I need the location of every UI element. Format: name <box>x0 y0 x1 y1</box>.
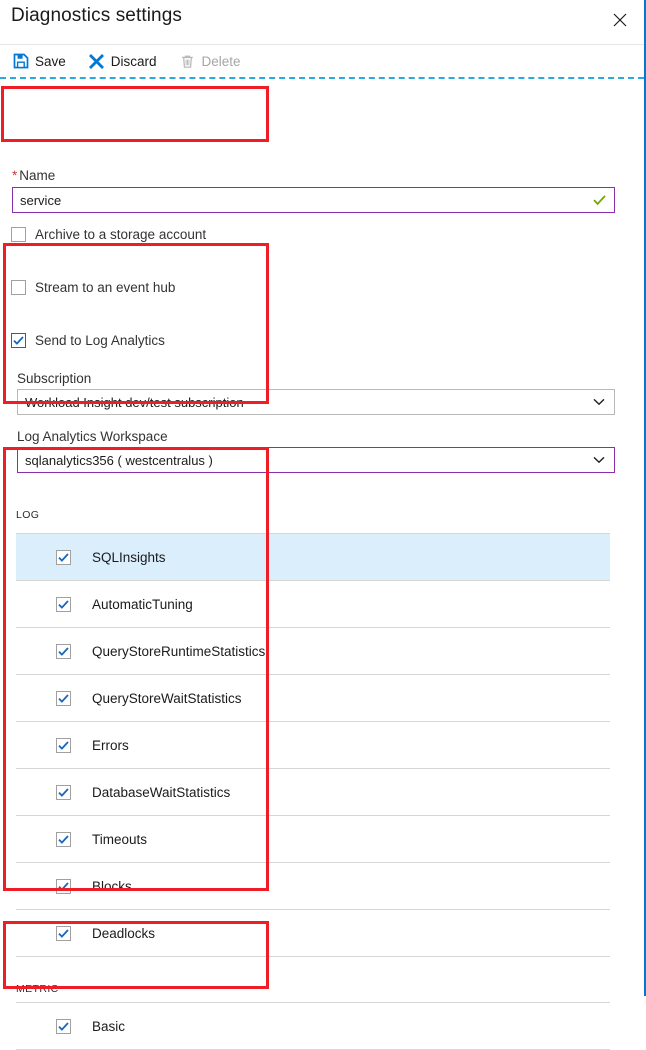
archive-to-storage-checkbox[interactable] <box>11 227 26 242</box>
table-row[interactable]: QueryStoreRuntimeStatistics <box>16 628 610 675</box>
stream-to-event-hub-label: Stream to an event hub <box>35 280 175 295</box>
table-row[interactable]: Deadlocks <box>16 910 610 957</box>
category-label: Timeouts <box>92 832 147 847</box>
send-to-log-analytics-checkbox-row[interactable]: Send to Log Analytics <box>11 333 165 348</box>
category-checkbox[interactable] <box>56 785 71 800</box>
table-row[interactable]: DatabaseWaitStatistics <box>16 769 610 816</box>
archive-to-storage-label: Archive to a storage account <box>35 227 206 242</box>
name-field-label: *Name <box>12 168 55 184</box>
name-label-text: Name <box>19 168 55 183</box>
name-input[interactable]: service <box>12 187 615 213</box>
trash-icon <box>179 53 196 70</box>
table-row[interactable]: Blocks <box>16 863 610 910</box>
log-analytics-workspace-dropdown[interactable]: sqlanalytics356 ( westcentralus ) <box>17 447 615 473</box>
log-section-caption: LOG <box>16 509 39 521</box>
category-label: Basic <box>92 1019 125 1034</box>
metric-category-grid: Basic <box>16 1002 610 1050</box>
table-row[interactable]: Errors <box>16 722 610 769</box>
category-checkbox[interactable] <box>56 1019 71 1034</box>
category-label: Blocks <box>92 879 132 894</box>
category-checkbox[interactable] <box>56 644 71 659</box>
log-category-grid: SQLInsights AutomaticTuning QueryStoreRunt… <box>16 533 610 957</box>
table-row[interactable]: SQLInsights <box>16 534 610 581</box>
stream-to-event-hub-checkbox[interactable] <box>11 280 26 295</box>
discard-button[interactable]: Discard <box>88 53 157 70</box>
subscription-dropdown[interactable]: Workload Insight dev/test subscription <box>17 389 615 415</box>
category-checkbox[interactable] <box>56 832 71 847</box>
table-row[interactable]: Basic <box>16 1003 610 1050</box>
category-label: AutomaticTuning <box>92 597 193 612</box>
save-button-label: Save <box>35 54 66 69</box>
category-label: DatabaseWaitStatistics <box>92 785 230 800</box>
category-checkbox[interactable] <box>56 738 71 753</box>
green-check-icon <box>593 195 606 206</box>
required-marker: * <box>12 168 17 183</box>
category-checkbox[interactable] <box>56 550 71 565</box>
blade-header: Diagnostics settings <box>0 0 644 45</box>
category-checkbox[interactable] <box>56 879 71 894</box>
delete-button: Delete <box>179 53 241 70</box>
save-button[interactable]: Save <box>12 53 66 70</box>
subscription-value: Workload Insight dev/test subscription <box>18 395 244 410</box>
toolbar-separator <box>0 77 644 79</box>
discard-button-label: Discard <box>111 54 157 69</box>
category-checkbox[interactable] <box>56 597 71 612</box>
annotation-box-name-field <box>1 86 269 142</box>
page-title: Diagnostics settings <box>11 5 182 27</box>
log-analytics-workspace-label: Log Analytics Workspace <box>17 429 168 445</box>
save-floppy-icon <box>12 53 29 70</box>
table-row[interactable]: QueryStoreWaitStatistics <box>16 675 610 722</box>
diagnostics-settings-blade: Diagnostics settings Save <box>0 0 646 996</box>
category-label: QueryStoreWaitStatistics <box>92 691 242 706</box>
subscription-label: Subscription <box>17 371 91 387</box>
category-label: Errors <box>92 738 129 753</box>
send-to-log-analytics-label: Send to Log Analytics <box>35 333 165 348</box>
category-label: QueryStoreRuntimeStatistics <box>92 644 265 659</box>
chevron-down-icon <box>593 398 605 406</box>
delete-button-label: Delete <box>202 54 241 69</box>
category-label: SQLInsights <box>92 550 166 565</box>
metric-section-caption: METRIC <box>16 983 59 995</box>
table-row[interactable]: AutomaticTuning <box>16 581 610 628</box>
category-checkbox[interactable] <box>56 926 71 941</box>
command-toolbar: Save Discard Delete <box>0 45 644 77</box>
chevron-down-icon <box>593 456 605 464</box>
x-icon <box>88 53 105 70</box>
name-input-value: service <box>13 193 61 208</box>
archive-to-storage-checkbox-row[interactable]: Archive to a storage account <box>11 227 206 242</box>
log-analytics-workspace-value: sqlanalytics356 ( westcentralus ) <box>18 453 213 468</box>
table-row[interactable]: Timeouts <box>16 816 610 863</box>
stream-to-event-hub-checkbox-row[interactable]: Stream to an event hub <box>11 280 175 295</box>
send-to-log-analytics-checkbox[interactable] <box>11 333 26 348</box>
category-label: Deadlocks <box>92 926 155 941</box>
category-checkbox[interactable] <box>56 691 71 706</box>
close-icon[interactable] <box>605 5 635 35</box>
